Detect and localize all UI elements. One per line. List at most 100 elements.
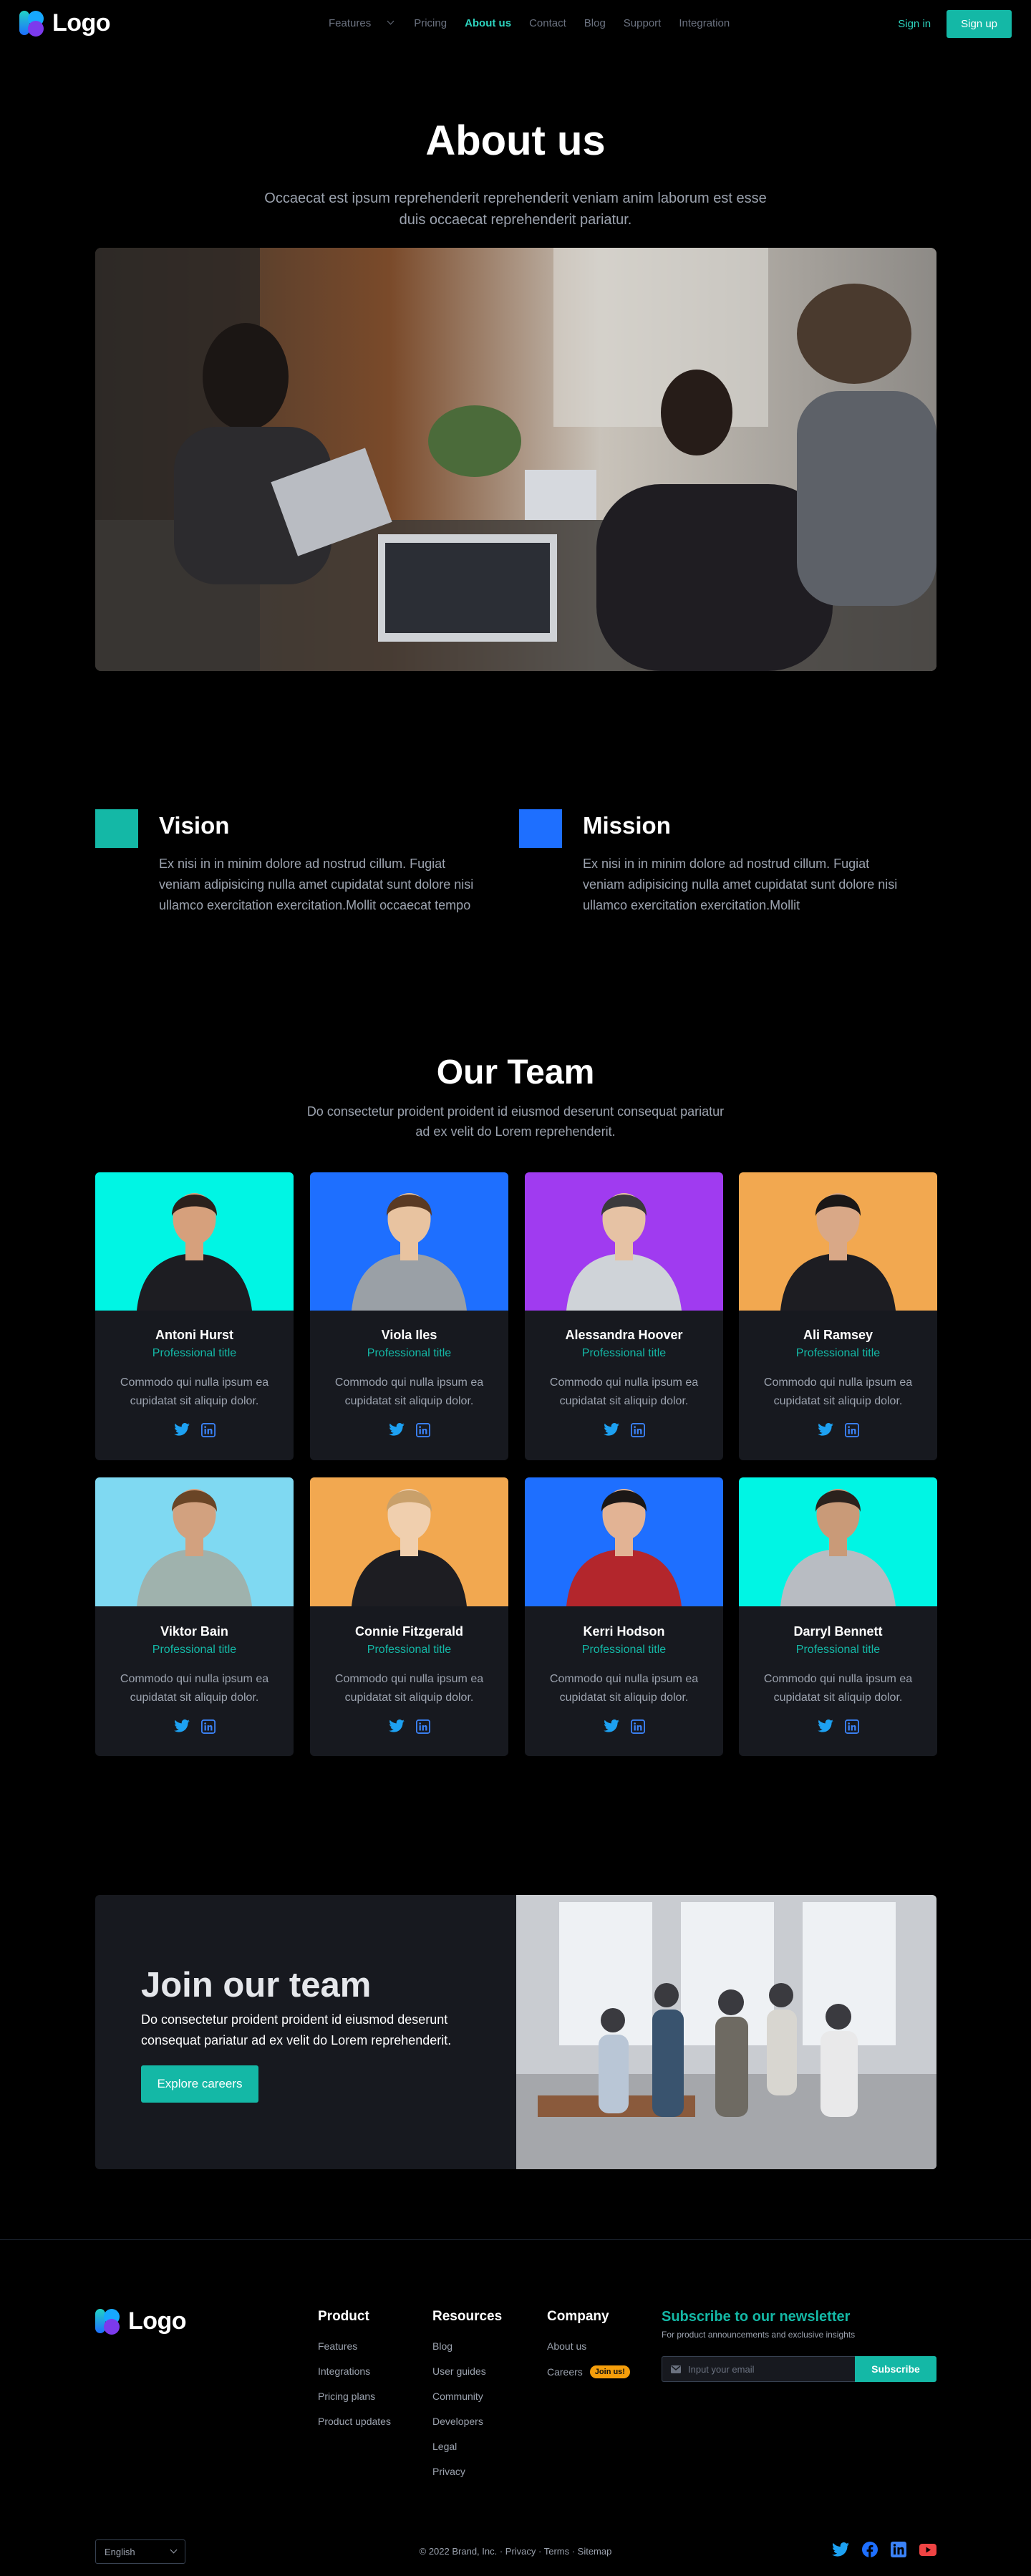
- team-member-photo: [310, 1172, 508, 1311]
- team-member-photo: [739, 1477, 937, 1606]
- nav-link-contact[interactable]: Contact: [529, 17, 566, 29]
- nav-link-pricing[interactable]: Pricing: [414, 17, 447, 29]
- team-member-card: Alessandra Hoover Professional title Commo…: [525, 1172, 723, 1460]
- team-member-description: Commodo qui nulla ipsum ea cupidatat sit…: [120, 1673, 269, 1704]
- footer-link[interactable]: Privacy: [432, 2466, 502, 2477]
- team-member-card: Kerri Hodson Professional title Commodo qu…: [525, 1477, 723, 1756]
- footer-careers-row[interactable]: Careers Join us!: [547, 2365, 630, 2378]
- vision-title: Vision: [159, 812, 230, 839]
- team-member-role: Professional title: [795, 1644, 881, 1656]
- footer-link[interactable]: User guides: [432, 2365, 502, 2377]
- logo[interactable]: Logo: [19, 8, 111, 38]
- linkedin-icon[interactable]: [200, 1423, 216, 1437]
- youtube-icon[interactable]: [919, 2543, 936, 2556]
- footer-link[interactable]: About us: [547, 2340, 630, 2352]
- footer-link[interactable]: Features: [318, 2340, 391, 2352]
- logo-text: Logo: [128, 2307, 187, 2335]
- team-group-photo: [516, 1895, 936, 2169]
- team-member-description: Commodo qui nulla ipsum ea cupidatat sit…: [763, 1673, 913, 1704]
- nav-link-integration[interactable]: Integration: [679, 17, 730, 29]
- team-member-role: Professional title: [367, 1644, 452, 1656]
- vision-text: Ex nisi in in minim dolore ad nostrud ci…: [159, 857, 474, 912]
- facebook-icon[interactable]: [862, 2542, 878, 2557]
- footer-link[interactable]: Legal: [432, 2441, 502, 2452]
- linkedin-icon[interactable]: [415, 1423, 430, 1437]
- linkedin-icon[interactable]: [200, 1719, 216, 1734]
- footer-resources-column: Resources Blog User guides Community Dev…: [432, 2309, 502, 2491]
- chevron-down-icon[interactable]: [387, 17, 395, 24]
- team-member-social: [525, 1423, 723, 1437]
- twitter-icon[interactable]: [173, 1719, 190, 1732]
- vision-icon: [95, 809, 138, 848]
- team-member-social: [525, 1719, 723, 1734]
- twitter-icon[interactable]: [173, 1423, 190, 1436]
- footer-logo[interactable]: Logo: [95, 2306, 187, 2336]
- team-member-description: Commodo qui nulla ipsum ea cupidatat sit…: [763, 1376, 913, 1407]
- twitter-icon[interactable]: [603, 1719, 619, 1732]
- team-member-photo: [525, 1172, 723, 1311]
- team-member-photo: [95, 1477, 294, 1606]
- team-member-role: Professional title: [152, 1347, 237, 1359]
- nav-link-features[interactable]: Features: [329, 17, 371, 29]
- linkedin-icon[interactable]: [844, 1719, 859, 1734]
- mission-title: Mission: [583, 812, 671, 839]
- join-title: Join our team: [141, 1966, 372, 2005]
- newsletter-email-placeholder: Input your email: [688, 2363, 755, 2375]
- nav-link-support[interactable]: Support: [624, 17, 662, 29]
- nav-link-blog[interactable]: Blog: [584, 17, 606, 29]
- team-member-card: Antoni Hurst Professional title Commodo qu…: [95, 1172, 294, 1460]
- team-member-social: [739, 1423, 937, 1437]
- team-member-description: Commodo qui nulla ipsum ea cupidatat sit…: [334, 1376, 484, 1407]
- nav-link-about[interactable]: About us: [465, 17, 511, 29]
- team-member-name: Darryl Bennett: [793, 1624, 883, 1639]
- linkedin-icon[interactable]: [415, 1719, 430, 1734]
- join-text: Do consectetur proident proident id eius…: [141, 2012, 452, 2047]
- team-member-name: Connie Fitzgerald: [354, 1624, 463, 1639]
- footer-resources-heading: Resources: [432, 2309, 503, 2324]
- newsletter-title: Subscribe to our newsletter: [662, 2309, 851, 2325]
- footer-link[interactable]: Pricing plans: [318, 2391, 391, 2402]
- footer-link[interactable]: Community: [432, 2391, 502, 2402]
- team-member-card: Darryl Bennett Professional title Commodo …: [739, 1477, 937, 1756]
- newsletter-email-field[interactable]: Input your email: [662, 2356, 855, 2382]
- twitter-icon[interactable]: [388, 1423, 405, 1436]
- sign-in-link[interactable]: Sign in: [898, 18, 931, 30]
- linkedin-icon[interactable]: [630, 1423, 645, 1437]
- twitter-icon[interactable]: [603, 1423, 619, 1436]
- sign-up-button[interactable]: Sign up: [947, 10, 1012, 38]
- footer-link[interactable]: Developers: [432, 2416, 502, 2427]
- footer-link[interactable]: Product updates: [318, 2416, 391, 2427]
- linkedin-icon[interactable]: [630, 1719, 645, 1734]
- twitter-icon[interactable]: [388, 1719, 405, 1732]
- footer-divider: [0, 2239, 1031, 2240]
- subscribe-button[interactable]: Subscribe: [855, 2356, 936, 2382]
- team-member-photo: [95, 1172, 294, 1311]
- footer-link[interactable]: Careers: [547, 2366, 583, 2378]
- team-member-social: [310, 1423, 508, 1437]
- team-member-role: Professional title: [795, 1347, 881, 1359]
- auth-actions: Sign in Sign up: [898, 10, 1012, 38]
- hiring-badge: Join us!: [589, 2365, 630, 2378]
- team-member-social: [95, 1719, 294, 1734]
- footer-link[interactable]: Blog: [432, 2340, 502, 2352]
- twitter-icon[interactable]: [832, 2542, 849, 2557]
- logo-icon: [19, 8, 48, 38]
- team-member-card: Viktor Bain Professional title Commodo qui…: [95, 1477, 294, 1756]
- linkedin-icon[interactable]: [891, 2542, 906, 2557]
- twitter-icon[interactable]: [817, 1719, 833, 1732]
- explore-careers-button[interactable]: Explore careers: [141, 2065, 258, 2103]
- team-member-social: [310, 1719, 508, 1734]
- team-member-description: Commodo qui nulla ipsum ea cupidatat sit…: [549, 1376, 699, 1407]
- team-subtitle: Do consectetur proident proident id eius…: [306, 1104, 725, 1139]
- logo-icon: [95, 2306, 124, 2336]
- twitter-icon[interactable]: [817, 1423, 833, 1436]
- team-member-social: [95, 1423, 294, 1437]
- footer-link[interactable]: Integrations: [318, 2365, 391, 2377]
- team-member-name: Alessandra Hoover: [565, 1328, 683, 1342]
- footer-company-heading: Company: [547, 2309, 609, 2324]
- team-member-role: Professional title: [367, 1347, 452, 1359]
- linkedin-icon[interactable]: [844, 1423, 859, 1437]
- logo-text: Logo: [52, 9, 111, 37]
- team-member-role: Professional title: [581, 1347, 667, 1359]
- team-member-card: Viola Iles Professional title Commodo qui …: [310, 1172, 508, 1460]
